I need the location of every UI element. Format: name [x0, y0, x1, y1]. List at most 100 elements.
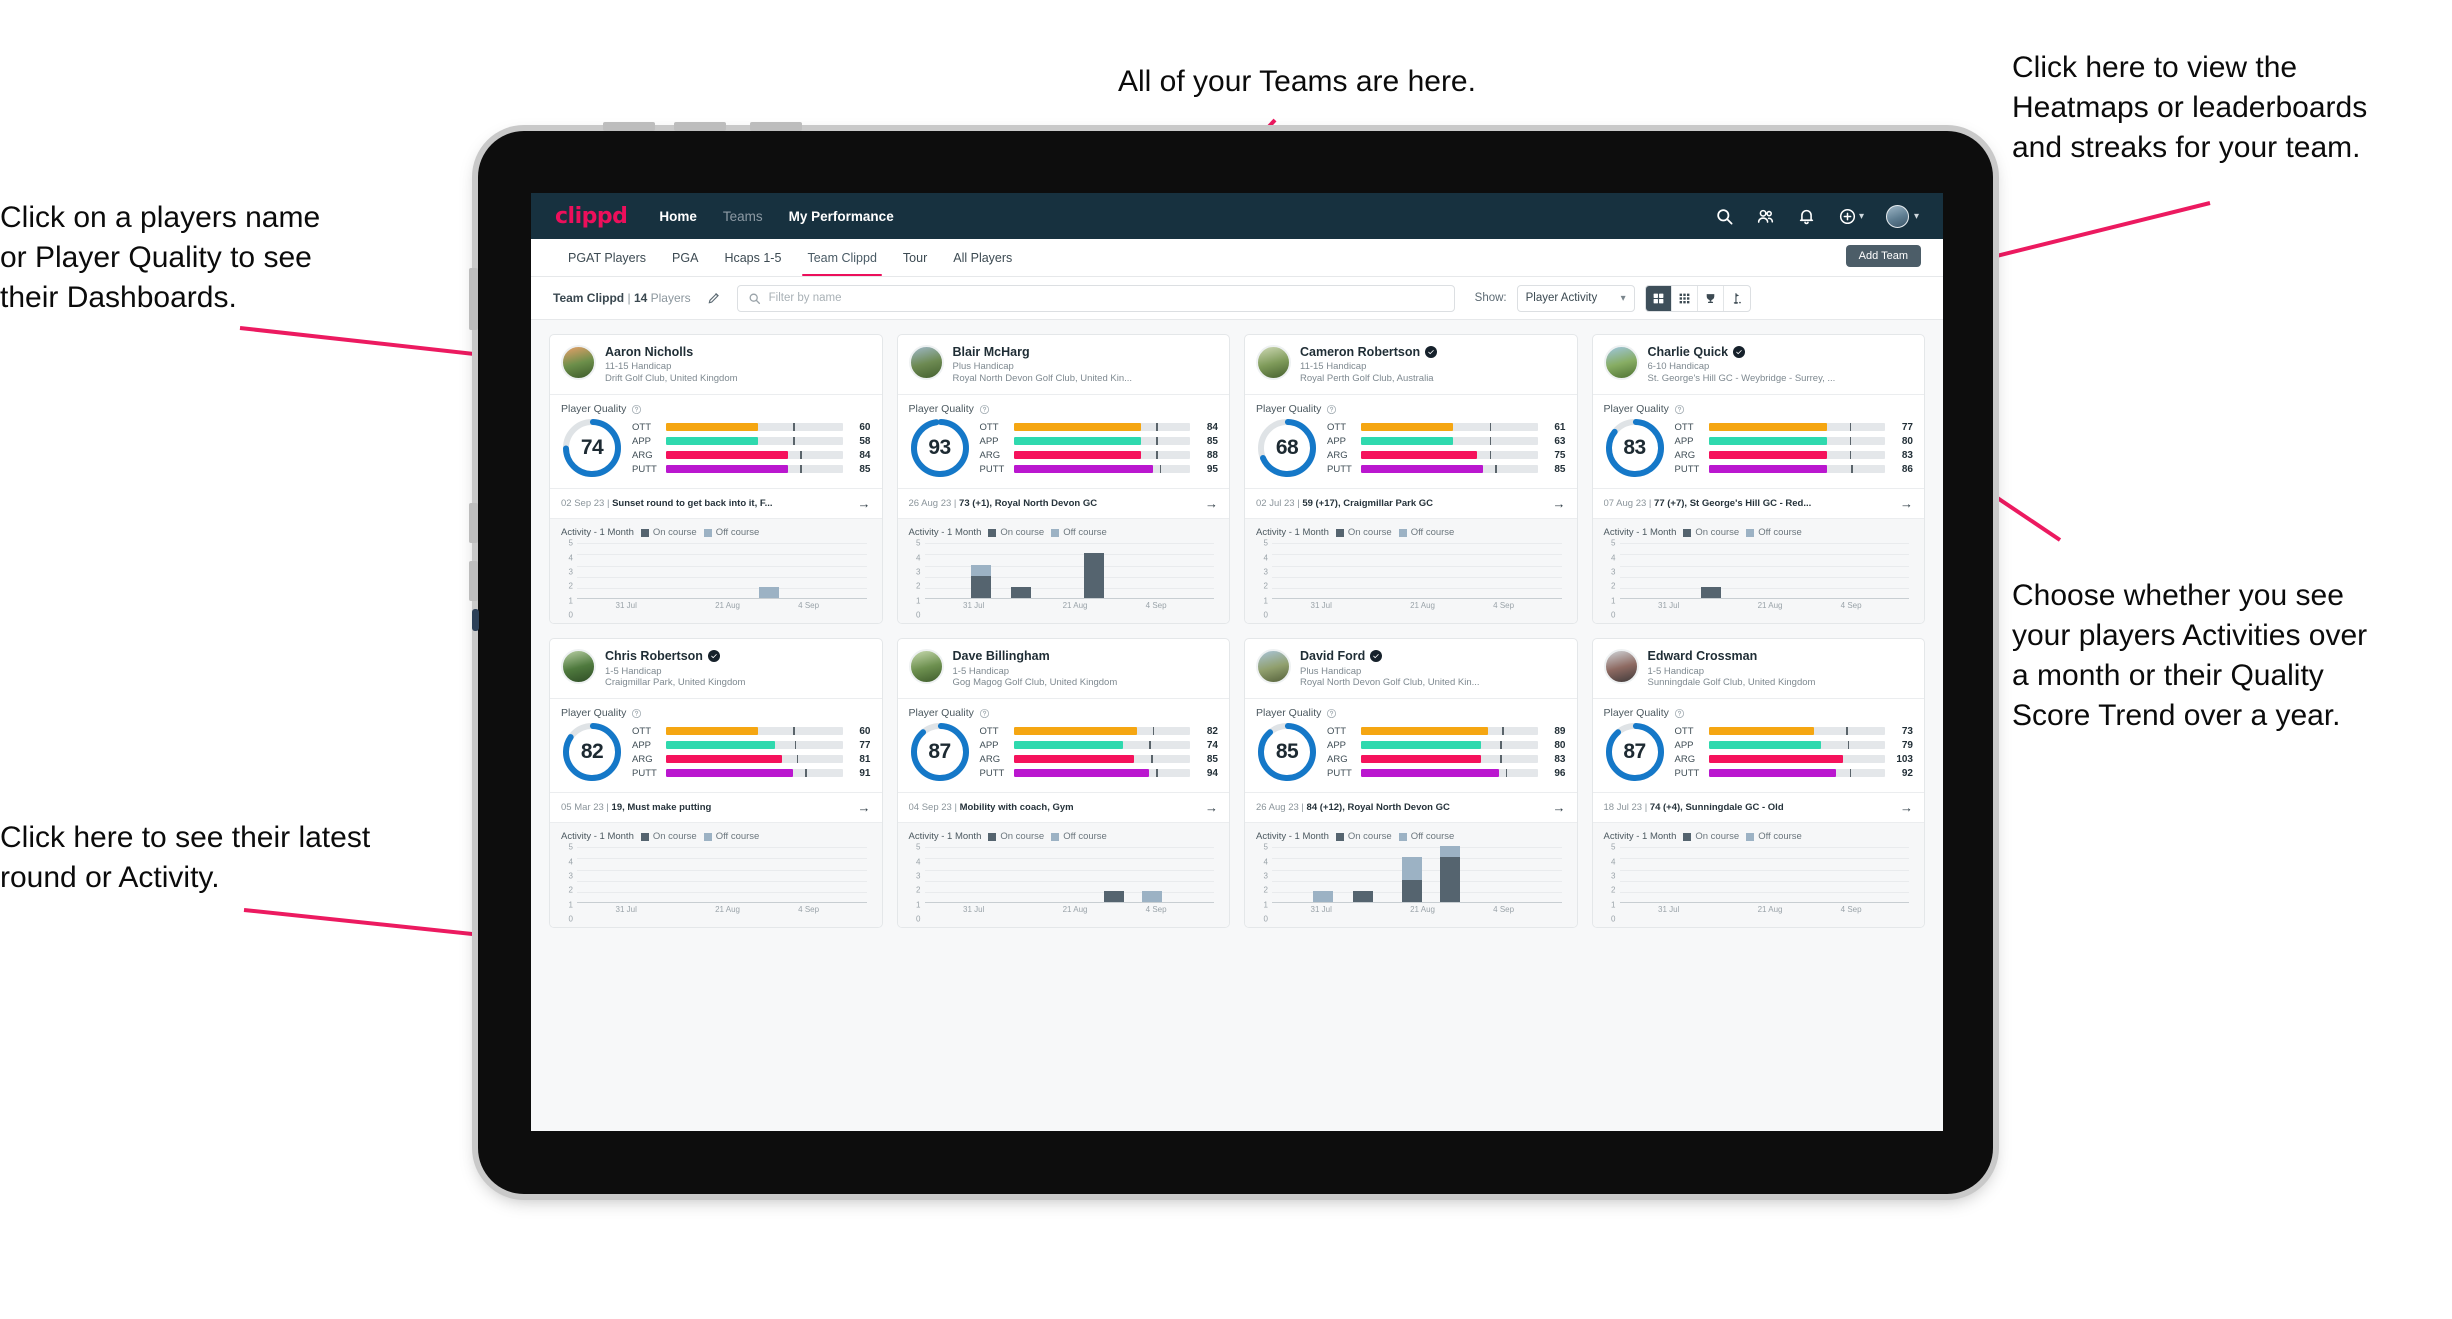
- latest-round-row[interactable]: 02 Sep 23 | Sunset round to get back int…: [550, 488, 882, 518]
- question-circle-icon[interactable]: [1674, 708, 1685, 719]
- player-card-header[interactable]: David Ford Plus Handicap Royal North Dev…: [1245, 639, 1577, 698]
- legend-label-on-course: On course: [1347, 527, 1392, 539]
- player-name[interactable]: Cameron Robertson: [1300, 345, 1438, 359]
- player-card[interactable]: Aaron Nicholls 11-15 Handicap Drift Golf…: [549, 334, 883, 625]
- arrow-right-icon[interactable]: →: [1545, 496, 1566, 511]
- metric-benchmark-tick: [1495, 465, 1497, 474]
- latest-round-row[interactable]: 02 Jul 23 | 59 (+17), Craigmillar Park G…: [1245, 488, 1577, 518]
- bell-icon[interactable]: [1797, 207, 1816, 226]
- latest-round-row[interactable]: 26 Aug 23 | 73 (+1), Royal North Devon G…: [897, 488, 1229, 518]
- player-quality-section[interactable]: Player Quality 83 OTT 77 APP 80 ARG 83 P…: [1593, 395, 1925, 488]
- player-card[interactable]: Edward Crossman 1-5 Handicap Sunningdale…: [1591, 638, 1925, 929]
- tab-tour[interactable]: Tour: [890, 239, 940, 276]
- player-card[interactable]: Dave Billingham 1-5 Handicap Gog Magog G…: [896, 638, 1230, 929]
- x-axis-tick: 31 Jul: [1658, 905, 1680, 915]
- tab-pga[interactable]: PGA: [659, 239, 711, 276]
- people-icon[interactable]: [1756, 207, 1775, 226]
- screenshot-root: Click on a players name or Player Qualit…: [0, 0, 2452, 1319]
- player-quality-gauge: 68: [1256, 417, 1318, 479]
- nav-link-my-performance[interactable]: My Performance: [789, 209, 894, 224]
- arrow-right-icon[interactable]: →: [1197, 800, 1218, 815]
- device-button-left-2: [469, 503, 478, 543]
- player-quality-section[interactable]: Player Quality 87 OTT 73 APP 79 ARG 103 …: [1593, 699, 1925, 792]
- arrow-right-icon[interactable]: →: [850, 800, 871, 815]
- player-card-header[interactable]: Blair McHarg Plus Handicap Royal North D…: [898, 335, 1230, 394]
- metric-bar-track: [1013, 769, 1190, 778]
- metric-row: APP 85: [980, 436, 1219, 447]
- question-circle-icon[interactable]: [1674, 404, 1685, 415]
- player-name[interactable]: Chris Robertson: [605, 649, 745, 663]
- tab-hcaps-1-5[interactable]: Hcaps 1-5: [711, 239, 794, 276]
- metric-row: PUTT 86: [1675, 464, 1914, 475]
- edit-team-button[interactable]: [701, 285, 727, 311]
- player-name[interactable]: Aaron Nicholls: [605, 345, 738, 359]
- player-card[interactable]: Cameron Robertson 11-15 Handicap Royal P…: [1244, 334, 1578, 625]
- question-circle-icon[interactable]: [631, 404, 642, 415]
- view-toggle-trophy[interactable]: [1698, 285, 1724, 311]
- arrow-right-icon[interactable]: →: [1197, 496, 1218, 511]
- latest-round-row[interactable]: 07 Aug 23 | 77 (+7), St George's Hill GC…: [1592, 488, 1924, 518]
- question-circle-icon[interactable]: [979, 708, 990, 719]
- gridline: [577, 587, 867, 589]
- tab-team-clippd[interactable]: Team Clippd: [794, 239, 889, 276]
- add-menu-button[interactable]: ▾: [1838, 207, 1864, 226]
- player-name[interactable]: Blair McHarg: [953, 345, 1133, 359]
- player-card-header[interactable]: Dave Billingham 1-5 Handicap Gog Magog G…: [898, 639, 1230, 698]
- arrow-right-icon[interactable]: →: [1545, 800, 1566, 815]
- player-name[interactable]: Edward Crossman: [1648, 649, 1816, 663]
- player-card[interactable]: Chris Robertson 1-5 Handicap Craigmillar…: [549, 638, 883, 929]
- player-card[interactable]: Charlie Quick 6-10 Handicap St. George's…: [1591, 334, 1925, 625]
- player-card-header[interactable]: Charlie Quick 6-10 Handicap St. George's…: [1593, 335, 1925, 394]
- profile-menu-button[interactable]: ▾: [1885, 204, 1919, 228]
- nav-link-home[interactable]: Home: [659, 209, 697, 224]
- player-quality-section[interactable]: Player Quality 93 OTT 84 APP 85 ARG 88 P…: [898, 395, 1230, 488]
- player-quality-section[interactable]: Player Quality 82 OTT 60 APP 77 ARG 81 P…: [550, 699, 882, 792]
- view-toggle-grid-large[interactable]: [1645, 285, 1672, 311]
- latest-round-row[interactable]: 18 Jul 23 | 74 (+4), Sunningdale GC - Ol…: [1592, 792, 1924, 822]
- question-circle-icon[interactable]: [1326, 404, 1337, 415]
- nav-link-teams[interactable]: Teams: [723, 209, 763, 224]
- metric-bar-fill: [1013, 727, 1138, 736]
- view-toggle-grid-small[interactable]: [1672, 285, 1698, 311]
- player-quality-section[interactable]: Player Quality 74 OTT 60 APP 58 ARG 84 P…: [550, 395, 882, 488]
- player-card-header[interactable]: Cameron Robertson 11-15 Handicap Royal P…: [1245, 335, 1577, 394]
- y-axis-tick: 2: [1611, 885, 1616, 895]
- player-card-header[interactable]: Edward Crossman 1-5 Handicap Sunningdale…: [1593, 639, 1925, 698]
- arrow-right-icon[interactable]: →: [1892, 800, 1913, 815]
- view-toggle-golf-flag[interactable]: [1724, 286, 1750, 311]
- search-icon[interactable]: [1715, 207, 1734, 226]
- latest-round-row[interactable]: 05 Mar 23 | 19, Must make putting →: [550, 792, 882, 822]
- metric-benchmark-tick: [800, 465, 802, 474]
- player-quality-section[interactable]: Player Quality 85 OTT 89 APP 80 ARG 83 P…: [1245, 699, 1577, 792]
- player-quality-section[interactable]: Player Quality 87 OTT 82 APP 74 ARG 85 P…: [898, 699, 1230, 792]
- player-quality-section[interactable]: Player Quality 68 OTT 61 APP 63 ARG 75 P…: [1245, 395, 1577, 488]
- player-card-header[interactable]: Chris Robertson 1-5 Handicap Craigmillar…: [550, 639, 882, 698]
- player-name[interactable]: Charlie Quick: [1648, 345, 1836, 359]
- y-axis-tick: 2: [568, 885, 573, 895]
- metric-value: 92: [1901, 767, 1913, 779]
- search-input[interactable]: Filter by name: [736, 284, 1455, 312]
- arrow-right-icon[interactable]: →: [850, 496, 871, 511]
- question-circle-icon[interactable]: [979, 404, 990, 415]
- player-card-header[interactable]: Aaron Nicholls 11-15 Handicap Drift Golf…: [550, 335, 882, 394]
- latest-round-row[interactable]: 04 Sep 23 | Mobility with coach, Gym →: [897, 792, 1229, 822]
- tab-all-players[interactable]: All Players: [940, 239, 1025, 276]
- player-card[interactable]: Blair McHarg Plus Handicap Royal North D…: [896, 334, 1230, 625]
- question-circle-icon[interactable]: [1326, 708, 1337, 719]
- question-circle-icon[interactable]: [631, 708, 642, 719]
- metric-bar-track: [1708, 727, 1885, 736]
- metric-value: 83: [1901, 449, 1913, 461]
- tab-pgat-players[interactable]: PGAT Players: [555, 239, 659, 276]
- player-name[interactable]: David Ford: [1300, 649, 1480, 663]
- show-select[interactable]: Player Activity ▾: [1516, 284, 1635, 312]
- player-name-text: Cameron Robertson: [1300, 345, 1421, 359]
- player-name[interactable]: Dave Billingham: [953, 649, 1118, 663]
- latest-round-row[interactable]: 26 Aug 23 | 84 (+12), Royal North Devon …: [1245, 792, 1577, 822]
- metric-benchmark-tick: [800, 451, 802, 460]
- clippd-logo[interactable]: clippd: [555, 204, 628, 229]
- gridline: [1272, 576, 1562, 578]
- add-team-button[interactable]: Add Team: [1845, 245, 1921, 267]
- arrow-right-icon[interactable]: →: [1892, 496, 1913, 511]
- player-card[interactable]: David Ford Plus Handicap Royal North Dev…: [1244, 638, 1578, 929]
- bar-segment-on-course: [1083, 553, 1104, 599]
